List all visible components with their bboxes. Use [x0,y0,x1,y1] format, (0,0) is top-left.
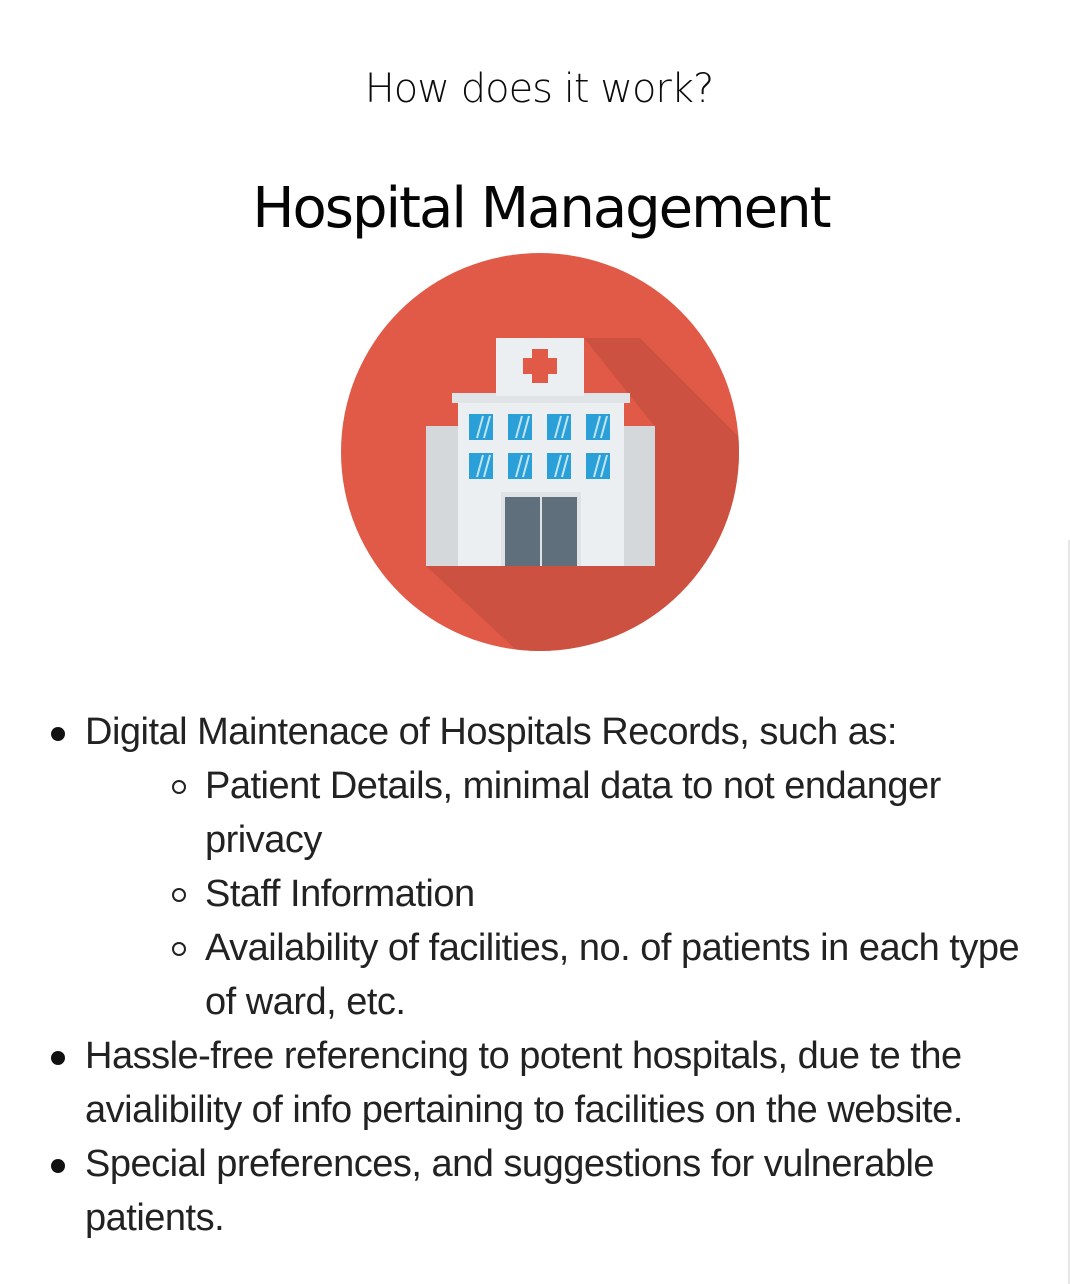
sub-list-item: Patient Details, minimal data to not end… [85,759,1030,867]
list-item: Digital Maintenace of Hospitals Records,… [0,705,1070,1029]
list-item-text: Hassle-free referencing to potent hospit… [85,1035,963,1131]
sub-list-item: Availability of facilities, no. of patie… [85,921,1030,1029]
bullet-icon [51,1051,65,1065]
list-item-text: Special preferences, and suggestions for… [85,1143,935,1239]
sub-list-item-text: Availability of facilities, no. of patie… [205,927,1020,1023]
hospital-building-icon [341,253,739,651]
feature-list: Digital Maintenace of Hospitals Records,… [0,705,1070,1245]
sub-list-item-text: Staff Information [205,873,475,915]
list-item: Hassle-free referencing to potent hospit… [0,1029,1070,1137]
bullet-icon [51,1159,65,1173]
circle-bullet-icon [172,942,186,956]
list-item: Special preferences, and suggestions for… [0,1137,1070,1245]
circle-bullet-icon [172,780,186,794]
list-item-text: Digital Maintenace of Hospitals Records,… [85,711,897,753]
page-title: Hospital Management [252,176,831,241]
section-subtitle: How does it work? [364,66,715,112]
sub-list-item: Staff Information [85,867,1030,921]
sub-list-item-text: Patient Details, minimal data to not end… [205,765,941,861]
bullet-icon [51,727,65,741]
circle-bullet-icon [172,888,186,902]
